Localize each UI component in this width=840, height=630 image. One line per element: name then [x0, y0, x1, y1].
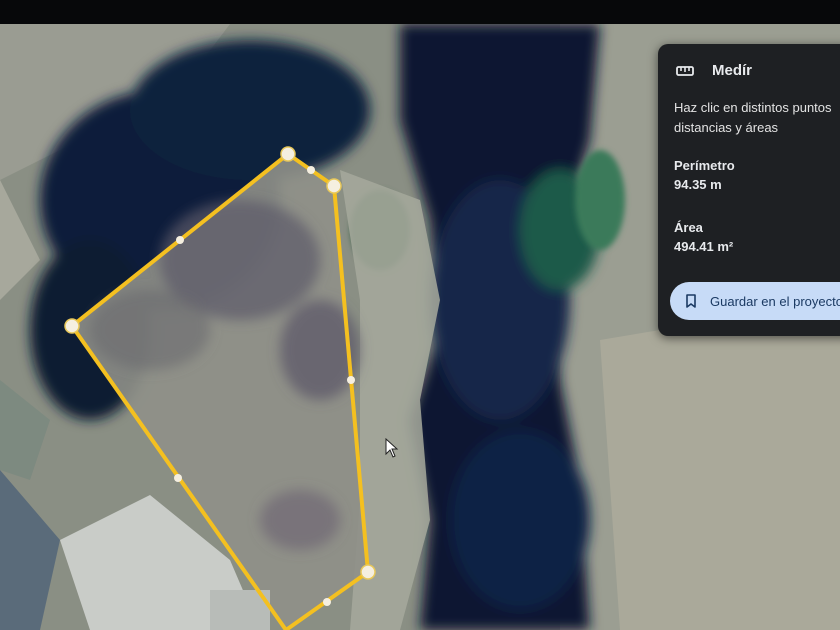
monitor-bezel — [0, 0, 840, 24]
description-line-1: Haz clic en distintos puntos — [674, 100, 832, 115]
perimeter-value: 94.35 m — [674, 177, 722, 192]
perimeter-label: Perímetro — [674, 158, 735, 173]
area-label: Área — [674, 220, 703, 235]
screen-frame: Medír Haz clic en distintos puntos dista… — [0, 0, 840, 630]
measure-panel: Medír Haz clic en distintos puntos dista… — [658, 44, 840, 336]
panel-header: Medír — [676, 62, 752, 79]
ruler-icon — [676, 65, 694, 76]
save-button-label: Guardar en el proyecto — [710, 293, 840, 309]
description-line-2: distancias y áreas — [674, 120, 779, 135]
save-to-project-button[interactable]: Guardar en el proyecto — [670, 282, 840, 320]
area-value: 494.41 m² — [674, 239, 734, 254]
panel-description: Haz clic en distintos puntos distancias … — [674, 98, 840, 138]
mouse-pointer-icon — [385, 438, 399, 458]
bookmark-icon — [686, 294, 696, 308]
panel-title: Medír — [712, 62, 753, 79]
